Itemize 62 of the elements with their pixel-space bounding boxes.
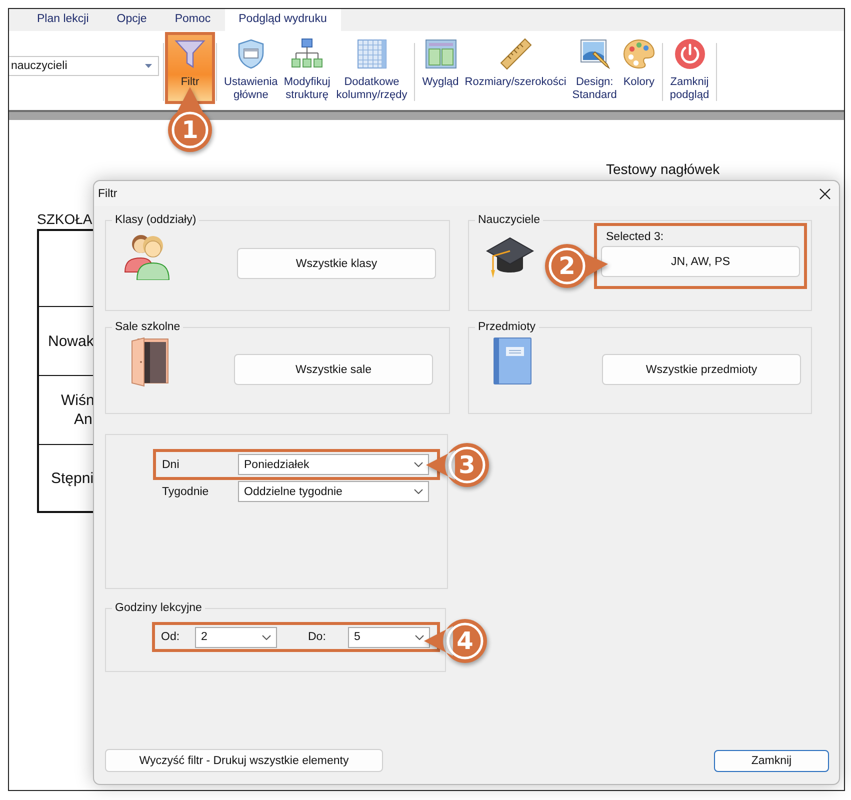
dialog-title: Filtr [98,188,118,200]
teacher-name: Wiśn [61,391,96,410]
dropdown[interactable]: 5 [348,626,430,648]
graduation-cap-icon [485,236,535,280]
field-label: Tygodnie [162,486,210,498]
book-icon [492,337,532,385]
teacher-name: Stępni [51,468,95,488]
select-all-button[interactable]: Wszystkie przedmioty [602,354,801,385]
door-icon [130,337,170,387]
tab[interactable]: Opcje [102,9,161,31]
clear-filter-button[interactable]: Wyczyść filtr - Drukuj wszystkie elementy [105,749,383,772]
ruler-icon [500,38,532,70]
ribbon-button[interactable]: Wygląd [419,35,462,101]
select-all-button[interactable]: Wszystkie sale [234,354,433,385]
dropdown[interactable]: Poniedziałek [238,454,429,475]
picture-pencil-icon [578,38,611,70]
ribbon-button[interactable]: Dodatkowe kolumny/rzędy [333,35,410,101]
close-button[interactable]: Zamknij [714,750,829,772]
ribbon-button[interactable]: Design: Standard [569,35,620,101]
layout-icon [424,38,456,70]
ribbon-button[interactable]: Kolory [620,35,658,101]
ribbon-button[interactable]: Modyfikuj strukturę [280,35,334,101]
tab[interactable]: Podgląd wydruku [224,9,341,31]
palette-icon [622,38,655,70]
group-legend: Godziny lekcyjne [112,602,205,614]
teachers-button[interactable]: JN, AW, PS [601,246,800,277]
dropdown[interactable]: 2 [195,626,277,648]
org-chart-icon [291,38,324,70]
view-dropdown[interactable]: nauczycieli [9,56,159,76]
chevron-icon [262,634,271,640]
field-label: Dni [162,458,180,470]
selection-caption: Selected 3: [606,230,665,244]
group-legend: Przedmioty [475,321,539,333]
caret-icon [145,64,152,68]
ribbon-button[interactable]: Filtr [168,35,212,101]
grid-icon [356,38,388,70]
tab[interactable]: Pomoc [160,9,225,31]
teacher-name: An [73,410,94,429]
chevron-icon [414,462,423,467]
ribbon-button[interactable]: Zamknij podgląd [666,35,712,101]
close-icon[interactable] [819,188,831,200]
step-badge: 3 [425,441,491,489]
field-label: Od: [161,631,181,643]
chevron-icon [414,489,423,494]
step-badge: 4 [423,617,489,665]
chevron-icon [415,634,424,640]
school-name: SZKOŁA [37,211,92,227]
power-icon [674,38,706,70]
group-legend: Nauczyciele [475,214,543,226]
field-label: Do: [308,631,327,643]
step-badge: 1 [166,86,214,154]
group-legend: Klasy (oddziały) [112,214,200,226]
ribbon-button[interactable]: Rozmiary/szerokości [462,35,570,101]
page-header: Testowy nagłówek [606,161,721,177]
teacher-name: Nowak [48,332,95,350]
step-badge: 2 [543,242,609,290]
tab[interactable]: Plan lekcji [23,9,103,31]
group-legend: Sale szkolne [112,321,184,333]
funnel-icon [174,38,206,70]
select-all-button[interactable]: Wszystkie klasy [237,248,436,279]
dropdown[interactable]: Oddzielne tygodnie [238,481,429,502]
ribbon-button[interactable]: Ustawienia główne [221,35,281,101]
